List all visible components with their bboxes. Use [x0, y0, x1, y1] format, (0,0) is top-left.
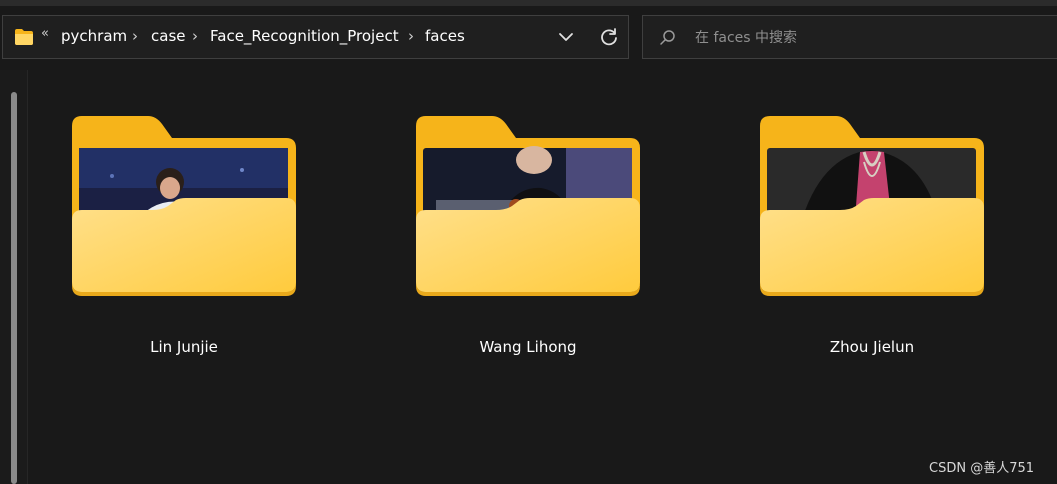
folder-item[interactable]: Lin Junjie	[72, 116, 312, 370]
breadcrumb-separator[interactable]: ›	[192, 27, 198, 45]
folder-icon	[760, 116, 984, 296]
breadcrumb-pychram[interactable]: pychram	[61, 27, 127, 45]
scrollbar-thumb[interactable]	[11, 92, 17, 484]
folder-item[interactable]: Zhou Jielun	[760, 116, 1000, 370]
address-bar[interactable]: « pychram › case › Face_Recognition_Proj…	[2, 15, 629, 59]
folder-name[interactable]: Wang Lihong	[416, 338, 640, 356]
folder-icon	[15, 29, 33, 45]
breadcrumb-separator[interactable]: ›	[408, 27, 414, 45]
folder-item[interactable]: Wang Lihong	[416, 116, 656, 370]
search-icon	[660, 30, 675, 45]
csdn-watermark: CSDN @善人751	[929, 461, 1035, 476]
folder-grid: Lin Junjie Wang Lihong Zhou Jielun	[28, 70, 1057, 484]
breadcrumb-separator[interactable]: ›	[132, 27, 138, 45]
search-input[interactable]	[693, 26, 1037, 50]
address-overflow-chevron[interactable]: «	[41, 26, 49, 41]
breadcrumb-case[interactable]: case	[151, 27, 185, 45]
refresh-icon[interactable]	[599, 27, 619, 47]
search-box[interactable]	[642, 15, 1057, 59]
window-top-strip	[0, 0, 1057, 6]
folder-name[interactable]: Zhou Jielun	[760, 338, 984, 356]
breadcrumb-faces[interactable]: faces	[425, 27, 465, 45]
chevron-down-icon[interactable]	[556, 27, 576, 47]
folder-name[interactable]: Lin Junjie	[72, 338, 296, 356]
breadcrumb-face-recognition-project[interactable]: Face_Recognition_Project	[210, 27, 399, 45]
folder-icon	[72, 116, 296, 296]
folder-icon	[416, 116, 640, 296]
